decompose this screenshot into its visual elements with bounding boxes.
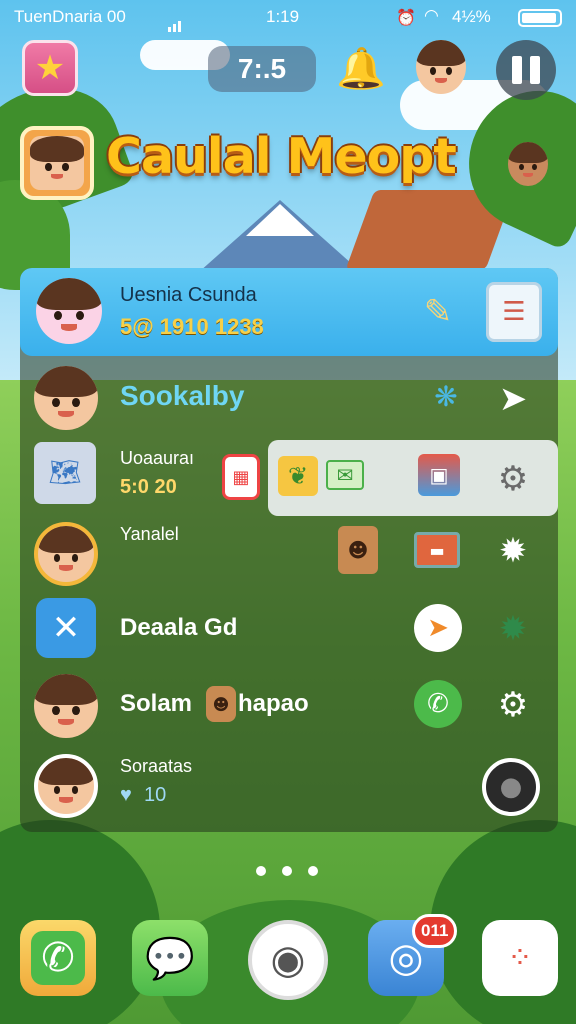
player-avatar[interactable] — [20, 126, 94, 200]
list-item[interactable]: Uesnia Csunda 5@ 1910 1238 ✎ ☰ — [20, 268, 558, 356]
list-item-name: Uoaauraı — [120, 448, 195, 468]
list-item-name: Sookalby — [120, 380, 245, 411]
battery-icon — [518, 9, 562, 27]
phone-button[interactable]: ✆ — [20, 920, 96, 996]
compass-icon[interactable]: ➤ — [414, 604, 462, 652]
cookie-character-icon: ☻ — [338, 526, 378, 574]
messages-button[interactable]: 💬 — [132, 920, 208, 996]
list-item[interactable]: Soraatas ♥ 10 ● — [20, 744, 558, 824]
star-button[interactable]: ★ — [22, 40, 78, 96]
timer-display: 7:.5 — [208, 46, 316, 92]
wifi-icon: ◠ — [424, 6, 439, 25]
list-item-name: Solam — [120, 690, 193, 717]
list-item-name: Deaala Gd — [120, 614, 238, 641]
paper-plane-icon[interactable]: ➤ — [490, 376, 536, 422]
cookie-character-icon: ☻ — [206, 686, 236, 722]
battery-percent: 4½% — [452, 7, 491, 26]
camera-button[interactable]: ◉ — [248, 920, 328, 1000]
record-icon[interactable]: ● — [482, 758, 540, 816]
signal-icon — [168, 12, 188, 32]
list-item-detail: 5@ 1910 1238 — [120, 314, 264, 339]
notification-badge: 011 — [412, 914, 458, 948]
bookmark-icon[interactable]: ▣ — [418, 454, 460, 496]
list-item-name-suffix: hapao — [238, 690, 309, 717]
character-icon — [508, 142, 548, 186]
avatar — [36, 278, 102, 344]
bell-button[interactable]: 🔔 — [336, 42, 386, 94]
game-title: Caulal Meopt — [106, 128, 457, 185]
map-icon: 🗺 — [34, 442, 96, 504]
gear-icon[interactable]: ✹ — [490, 606, 536, 652]
gear-icon[interactable]: ⚙ — [490, 682, 536, 728]
pause-button[interactable] — [496, 40, 556, 100]
apps-grid-icon: ⁘ — [507, 940, 533, 976]
calendar-icon[interactable]: ▦ — [222, 454, 260, 500]
friend-avatar-icon[interactable] — [416, 40, 466, 94]
avatar — [34, 366, 98, 430]
list-item[interactable]: Sookalby ❋ ➤ — [20, 358, 558, 438]
player-face-icon — [30, 136, 84, 190]
friends-list-panel: Uesnia Csunda 5@ 1910 1238 ✎ ☰ Sookalby … — [20, 268, 558, 832]
leaf-icon[interactable]: ❦ — [278, 456, 318, 496]
shutter-icon: ◉ — [270, 937, 306, 983]
carrier-name: TuenDnaria 00 — [14, 7, 126, 26]
edit-icon[interactable]: ✎ — [414, 288, 462, 336]
list-item-name: Yanalel — [120, 524, 179, 544]
notes-icon[interactable]: ☰ — [486, 282, 542, 342]
gear-icon[interactable]: ✹ — [490, 528, 536, 574]
folder-icon[interactable]: ▬ — [414, 532, 460, 568]
message-bubble-icon: 💬 — [145, 935, 195, 982]
avatar — [34, 754, 98, 818]
status-bar: TuenDnaria 00 1:19 ⏰ ◠ 4½% — [0, 0, 576, 34]
status-time: 1:19 — [266, 7, 300, 26]
avatar — [34, 674, 98, 738]
splash-icon[interactable]: ❋ — [424, 374, 468, 418]
list-item[interactable]: Yanalel ☻ ▬ ✹ — [20, 518, 558, 590]
page-indicator[interactable] — [256, 866, 318, 876]
bell-icon: 🔔 — [336, 45, 386, 92]
star-icon: ★ — [34, 48, 66, 88]
gear-icon[interactable]: ⚙ — [490, 456, 536, 502]
mountain-snow — [246, 204, 314, 236]
list-item-detail: 5:0 20 — [120, 476, 177, 498]
list-item-name: Uesnia Csunda — [120, 284, 257, 306]
chat-icon[interactable]: ✆ — [414, 680, 462, 728]
list-item-detail: 10 — [144, 784, 167, 806]
mail-icon[interactable]: ✉ — [326, 460, 364, 490]
list-item[interactable]: 🗺 Uoaauraı 5:0 20 ▦ ❦ ✉ ▣ ⚙ — [20, 440, 558, 516]
avatar — [34, 522, 98, 586]
apps-button[interactable]: ⁘ — [482, 920, 558, 996]
phone-icon: ✆ — [31, 931, 85, 985]
list-item[interactable]: Solam ☻ hapao ✆ ⚙ — [20, 668, 558, 742]
list-item-name: Soraatas — [120, 756, 193, 776]
list-item[interactable]: ✕ Deaala Gd ➤ ✹ — [20, 592, 558, 666]
alarm-icon: ⏰ — [396, 10, 416, 27]
heart-icon: ♥ — [120, 784, 132, 806]
tools-icon: ✕ — [36, 598, 96, 658]
